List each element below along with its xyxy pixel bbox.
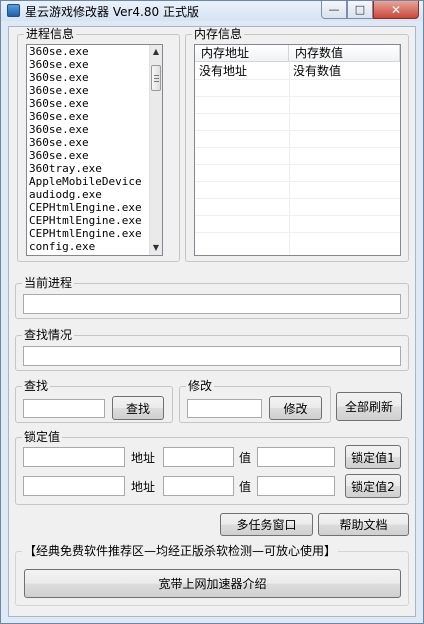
memory-table[interactable]: 内存地址 内存数值 没有地址 没有数值 [194, 44, 401, 256]
recommend-group: 【经典免费软件推荐区—均经正版杀软检测—可放心使用】 宽带上网加速器介绍 [15, 544, 409, 606]
search-status-group: 查找情况 [15, 328, 409, 371]
close-icon: ✕ [390, 2, 402, 17]
minimize-button[interactable]: — [321, 1, 347, 19]
lock1-process-field[interactable] [23, 447, 125, 467]
process-list-scrollbar[interactable]: ▲ ▼ [149, 45, 162, 255]
lock2-address-field[interactable] [163, 476, 234, 496]
help-docs-button[interactable]: 帮助文档 [318, 513, 409, 536]
minimize-icon: — [328, 3, 340, 16]
recommend-label: 【经典免费软件推荐区—均经正版杀软检测—可放心使用】 [22, 544, 339, 558]
table-cell-address[interactable]: 没有地址 [199, 64, 247, 78]
column-header-value[interactable]: 内存数值 [289, 45, 400, 62]
maximize-button[interactable]: □ [347, 1, 373, 19]
list-item[interactable]: config.exe [27, 240, 162, 253]
table-cell-value[interactable]: 没有数值 [293, 64, 341, 78]
client-area: 进程信息 360se.exe 360se.exe 360se.exe 360se.ex… [8, 26, 416, 617]
maximize-icon: □ [354, 3, 366, 16]
search-status-label: 查找情况 [22, 328, 75, 342]
scroll-thumb[interactable] [151, 65, 161, 91]
lock1-address-label: 地址 [131, 451, 156, 465]
memory-group: 内存信息 内存地址 内存数值 没有地址 没有数值 [185, 27, 409, 262]
list-item[interactable]: 360se.exe [27, 84, 162, 97]
lock-value-2-button[interactable]: 锁定值2 [345, 474, 401, 498]
list-item[interactable]: 360se.exe [27, 97, 162, 110]
lock1-value-field[interactable] [257, 447, 335, 467]
modify-button[interactable]: 修改 [269, 396, 322, 420]
memory-group-label: 内存信息 [192, 27, 245, 41]
refresh-all-button[interactable]: 全部刷新 [336, 392, 402, 421]
app-icon [7, 4, 20, 17]
search-group-label: 查找 [22, 379, 51, 393]
process-group: 进程信息 360se.exe 360se.exe 360se.exe 360se.ex… [17, 27, 180, 262]
list-item[interactable]: 360se.exe [27, 45, 162, 58]
column-header-address[interactable]: 内存地址 [195, 45, 289, 62]
lock-value-1-button[interactable]: 锁定值1 [345, 445, 401, 469]
lock-value-group: 锁定值 地址 值 锁定值1 地址 值 锁定值2 [15, 430, 409, 505]
search-input[interactable] [23, 399, 105, 418]
modify-input[interactable] [187, 399, 262, 418]
list-item[interactable]: 360se.exe [27, 58, 162, 71]
scroll-up-icon[interactable]: ▲ [150, 45, 162, 59]
current-process-group: 当前进程 [15, 276, 409, 319]
process-group-label: 进程信息 [24, 27, 77, 41]
lock-value-group-label: 锁定值 [22, 430, 63, 444]
list-item[interactable]: audiodg.exe [27, 188, 162, 201]
scroll-down-icon[interactable]: ▼ [150, 241, 162, 255]
multitask-window-button[interactable]: 多任务窗口 [220, 513, 313, 536]
process-list-items: 360se.exe 360se.exe 360se.exe 360se.exe 360s… [27, 45, 162, 253]
broadband-accelerator-button[interactable]: 宽带上网加速器介绍 [24, 569, 401, 598]
list-item[interactable]: 360tray.exe [27, 162, 162, 175]
list-item[interactable]: CEPHtmlEngine.exe [27, 201, 162, 214]
search-group: 查找 查找 [15, 379, 173, 423]
list-item[interactable]: CEPHtmlEngine.exe [27, 214, 162, 227]
list-item[interactable]: 360se.exe [27, 110, 162, 123]
current-process-label: 当前进程 [22, 276, 75, 290]
list-item[interactable]: 360se.exe [27, 136, 162, 149]
search-button[interactable]: 查找 [112, 396, 164, 420]
list-item[interactable]: 360se.exe [27, 71, 162, 84]
close-button[interactable]: ✕ [373, 1, 419, 19]
lock1-address-field[interactable] [163, 447, 234, 467]
lock2-value-label: 值 [239, 480, 252, 494]
lock1-value-label: 值 [239, 451, 252, 465]
app-window: 星云游戏修改器 Ver4.80 正式版 — □ ✕ 进程信息 360se.exe… [0, 0, 424, 624]
lock2-process-field[interactable] [23, 476, 125, 496]
list-item[interactable]: AppleMobileDevice [27, 175, 162, 188]
title-bar[interactable]: 星云游戏修改器 Ver4.80 正式版 — □ ✕ [1, 1, 423, 21]
list-item[interactable]: 360se.exe [27, 123, 162, 136]
list-item[interactable]: 360se.exe [27, 149, 162, 162]
modify-group-label: 修改 [186, 379, 215, 393]
process-list[interactable]: 360se.exe 360se.exe 360se.exe 360se.exe 360s… [26, 44, 163, 256]
current-process-field[interactable] [23, 294, 401, 314]
window-title: 星云游戏修改器 Ver4.80 正式版 [25, 5, 199, 19]
search-status-field[interactable] [23, 346, 401, 366]
lock2-value-field[interactable] [257, 476, 335, 496]
lock2-address-label: 地址 [131, 480, 156, 494]
list-item[interactable]: CEPHtmlEngine.exe [27, 227, 162, 240]
modify-group: 修改 修改 [179, 379, 331, 423]
